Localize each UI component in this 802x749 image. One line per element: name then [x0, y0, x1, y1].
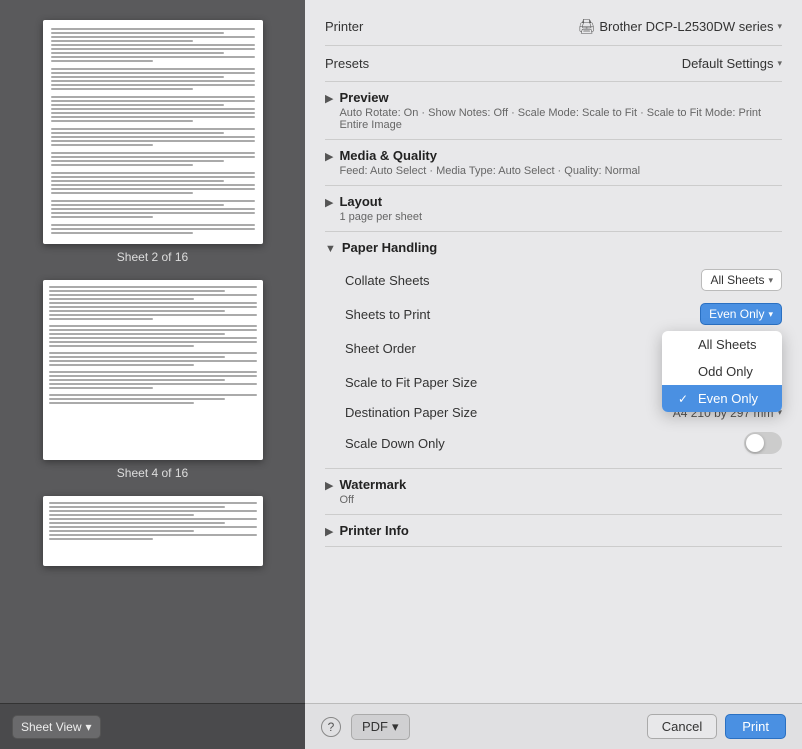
section-watermark[interactable]: ▶ Watermark Off [325, 469, 782, 515]
sheets-to-print-chevron: ▾ [768, 309, 773, 320]
sheet-label-2: Sheet 4 of 16 [43, 460, 263, 484]
sheet-order-label: Sheet Order [345, 341, 416, 356]
section-printer-info[interactable]: ▶ Printer Info [325, 515, 782, 547]
layout-content: Layout 1 page per sheet [339, 194, 782, 223]
scale-down-only-row: Scale Down Only [325, 426, 782, 460]
printer-info-title: Printer Info [339, 523, 782, 538]
collate-sheets-text: All Sheets [710, 273, 764, 287]
printer-info-arrow: ▶ [325, 525, 333, 538]
section-layout[interactable]: ▶ Layout 1 page per sheet [325, 186, 782, 232]
media-quality-title: Media & Quality [339, 148, 782, 163]
option-all-sheets[interactable]: All Sheets [662, 331, 782, 358]
bottom-toolbar: ? PDF ▾ Cancel Print [305, 703, 802, 749]
sheets-to-print-dropdown[interactable]: Even Only ▾ [700, 303, 782, 325]
watermark-content: Watermark Off [339, 477, 782, 506]
sheets-to-print-value[interactable]: Even Only ▾ All Sheets Odd Only [700, 303, 782, 325]
sheet-preview-3 [43, 496, 263, 566]
toolbar-right: Cancel Print [647, 714, 786, 739]
preview-title: Preview [339, 90, 782, 105]
toolbar-left: ? PDF ▾ [321, 714, 410, 740]
preview-subtitle: Auto Rotate: On · Show Notes: Off · Scal… [339, 107, 782, 131]
sheet-preview-2: Sheet 4 of 16 [43, 280, 263, 484]
odd-only-label: Odd Only [698, 364, 753, 379]
printer-row: Printer 🖨 Brother DCP-L2530DW series ▾ [325, 8, 782, 46]
scale-down-only-toggle[interactable] [744, 432, 782, 454]
printer-label: Printer [325, 19, 363, 34]
presets-chevron: ▾ [777, 58, 782, 69]
section-paper-handling: ▼ Paper Handling Collate Sheets All Shee… [325, 232, 782, 469]
watermark-title: Watermark [339, 477, 782, 492]
sheet-preview-1: Sheet 2 of 16 [43, 20, 263, 268]
presets-row: Presets Default Settings ▾ [325, 46, 782, 82]
section-preview[interactable]: ▶ Preview Auto Rotate: On · Show Notes: … [325, 82, 782, 140]
even-only-label: Even Only [698, 391, 758, 406]
scale-down-only-label: Scale Down Only [345, 436, 445, 451]
preview-arrow: ▶ [325, 92, 333, 105]
all-sheets-label: All Sheets [698, 337, 757, 352]
layout-arrow: ▶ [325, 196, 333, 209]
media-quality-content: Media & Quality Feed: Auto Select · Medi… [339, 148, 782, 177]
presets-label: Presets [325, 56, 369, 71]
presets-value-group[interactable]: Default Settings ▾ [682, 56, 782, 71]
sheet-view-chevron: ▾ [86, 720, 92, 734]
sheet-view-label: Sheet View [21, 720, 82, 734]
sheet-view-select[interactable]: Sheet View ▾ [12, 715, 101, 739]
preview-content: Preview Auto Rotate: On · Show Notes: Of… [339, 90, 782, 131]
left-preview-panel: Sheet 2 of 16 [0, 0, 305, 749]
scale-to-fit-label: Scale to Fit Paper Size [345, 375, 477, 390]
pdf-label: PDF [362, 719, 388, 734]
right-settings-panel: Printer 🖨 Brother DCP-L2530DW series ▾ P… [305, 0, 802, 749]
printer-chevron: ▾ [777, 21, 782, 32]
media-quality-subtitle: Feed: Auto Select · Media Type: Auto Sel… [339, 165, 782, 177]
paper-handling-title: Paper Handling [342, 240, 437, 255]
media-quality-arrow: ▶ [325, 150, 333, 163]
collate-sheets-label: Collate Sheets [345, 273, 430, 288]
printer-value-group: 🖨 Brother DCP-L2530DW series ▾ [578, 18, 782, 35]
destination-paper-size-label: Destination Paper Size [345, 405, 477, 420]
watermark-subtitle: Off [339, 494, 782, 506]
layout-subtitle: 1 page per sheet [339, 211, 782, 223]
section-media-quality[interactable]: ▶ Media & Quality Feed: Auto Select · Me… [325, 140, 782, 186]
printer-info-content: Printer Info [339, 523, 782, 538]
print-button[interactable]: Print [725, 714, 786, 739]
paper-handling-arrow: ▼ [325, 243, 336, 255]
collate-sheets-value[interactable]: All Sheets ▾ [701, 269, 782, 291]
printer-value: Brother DCP-L2530DW series [599, 19, 773, 34]
option-odd-only[interactable]: Odd Only [662, 358, 782, 385]
sheets-to-print-label: Sheets to Print [345, 307, 430, 322]
presets-value: Default Settings [682, 56, 774, 71]
layout-title: Layout [339, 194, 782, 209]
sheets-to-print-row: Sheets to Print Even Only ▾ All Sheets [325, 297, 782, 331]
sheet-label-1: Sheet 2 of 16 [43, 244, 263, 268]
cancel-button[interactable]: Cancel [647, 714, 717, 739]
watermark-arrow: ▶ [325, 479, 333, 492]
collate-chevron: ▾ [768, 275, 773, 286]
option-even-only[interactable]: ✓ Even Only [662, 385, 782, 412]
scale-down-only-knob [746, 434, 764, 452]
sheets-to-print-text: Even Only [709, 307, 764, 321]
collate-sheets-dropdown[interactable]: All Sheets ▾ [701, 269, 782, 291]
paper-handling-header[interactable]: ▼ Paper Handling [325, 232, 782, 263]
sheets-to-print-popup: All Sheets Odd Only ✓ Even Only [662, 331, 782, 412]
pdf-button[interactable]: PDF ▾ [351, 714, 410, 740]
collate-sheets-row: Collate Sheets All Sheets ▾ [325, 263, 782, 297]
pdf-chevron: ▾ [392, 719, 399, 735]
printer-icon: 🖨 [578, 18, 596, 35]
even-only-check: ✓ [678, 392, 692, 406]
sheet-view-toolbar: Sheet View ▾ [0, 703, 305, 749]
help-button[interactable]: ? [321, 717, 341, 737]
